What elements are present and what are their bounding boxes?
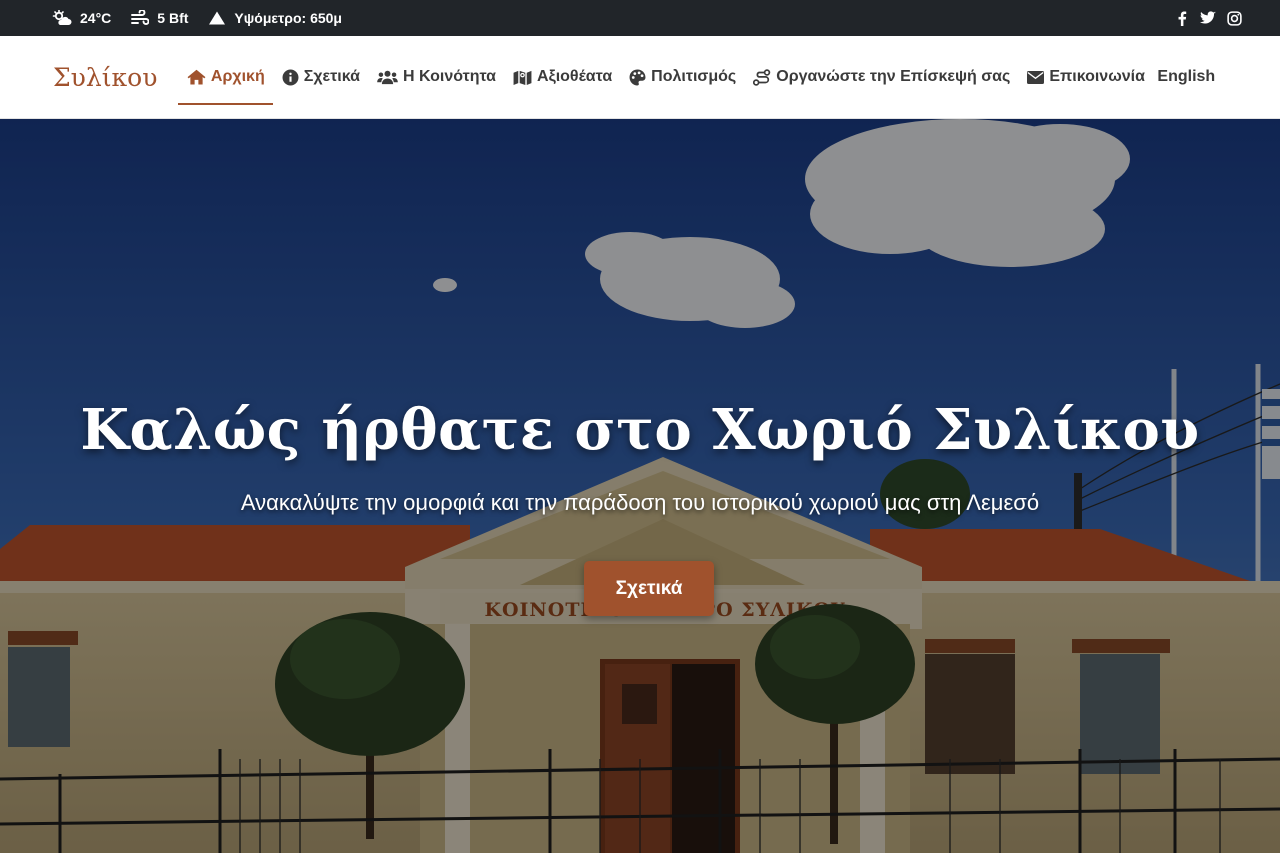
mountain-icon <box>209 11 226 25</box>
nav-item-label: Οργανώστε την Επίσκεψή σας <box>776 68 1011 85</box>
hero-title: Καλώς ήρθατε στο Χωριό Συλίκου <box>80 397 1200 463</box>
language-switch[interactable]: English <box>1157 68 1215 86</box>
wind-value: 5 Bft <box>157 10 189 26</box>
hero-subtitle: Ανακαλύψτε την ομορφιά και την παράδοση … <box>240 490 1040 515</box>
info-circle-icon <box>282 69 299 85</box>
altitude-info: Υψόμετρο: 650μ <box>208 10 342 26</box>
nav-item-label: Αξιοθέατα <box>537 68 613 85</box>
main-menu: Αρχική Σχετικά Η Κοινότητα Αξιοθέατα Πολ… <box>178 36 1153 118</box>
top-info-bar: 24°C 5 Bft Υψόμετρο: 650μ <box>0 0 1280 36</box>
main-navbar: Συλίκου Αρχική Σχετικά Η Κοινότητα Αξιοθ… <box>0 36 1280 119</box>
wind-info: 5 Bft <box>131 10 188 26</box>
temperature-value: 24°C <box>80 10 112 26</box>
site-brand[interactable]: Συλίκου <box>53 63 157 92</box>
facebook-icon[interactable] <box>1174 10 1190 26</box>
instagram-icon[interactable] <box>1226 10 1242 26</box>
nav-item-label: Σχετικά <box>303 68 360 85</box>
nav-item-contact[interactable]: Επικοινωνία <box>1019 36 1154 118</box>
envelope-icon <box>1027 70 1045 84</box>
nav-item-label: Πολιτισμός <box>651 68 737 85</box>
temperature-info: 24°C <box>52 10 111 26</box>
cloud-sun-icon <box>52 10 72 25</box>
route-icon <box>753 68 771 86</box>
weather-info: 24°C 5 Bft Υψόμετρο: 650μ <box>52 10 342 26</box>
map-icon <box>513 70 532 85</box>
altitude-value: Υψόμετρο: 650μ <box>234 10 342 26</box>
nav-item-label: Αρχική <box>210 68 265 85</box>
nav-item-about[interactable]: Σχετικά <box>273 36 368 118</box>
home-icon <box>187 69 206 85</box>
nav-item-home[interactable]: Αρχική <box>178 36 274 118</box>
nav-item-plan-visit[interactable]: Οργανώστε την Επίσκεψή σας <box>745 36 1019 118</box>
nav-item-community[interactable]: Η Κοινότητα <box>368 36 504 118</box>
hero-section: ΚΟΙΝΟΤΙΚΟ ΜΕΓΑΡΟ ΣΥΛΙΚΟΥ <box>0 119 1280 853</box>
hero-content: Καλώς ήρθατε στο Χωριό Συλίκου Ανακαλύψτ… <box>0 119 1280 853</box>
nav-item-label: Επικοινωνία <box>1049 68 1145 85</box>
nav-item-sights[interactable]: Αξιοθέατα <box>505 36 621 118</box>
about-button[interactable]: Σχετικά <box>584 561 714 616</box>
nav-item-label: Η Κοινότητα <box>402 68 497 85</box>
palette-icon <box>629 69 646 85</box>
nav-item-culture[interactable]: Πολιτισμός <box>621 36 745 118</box>
twitter-icon[interactable] <box>1200 10 1216 26</box>
users-icon <box>377 70 398 84</box>
social-links <box>1174 10 1242 26</box>
wind-icon <box>131 10 150 25</box>
